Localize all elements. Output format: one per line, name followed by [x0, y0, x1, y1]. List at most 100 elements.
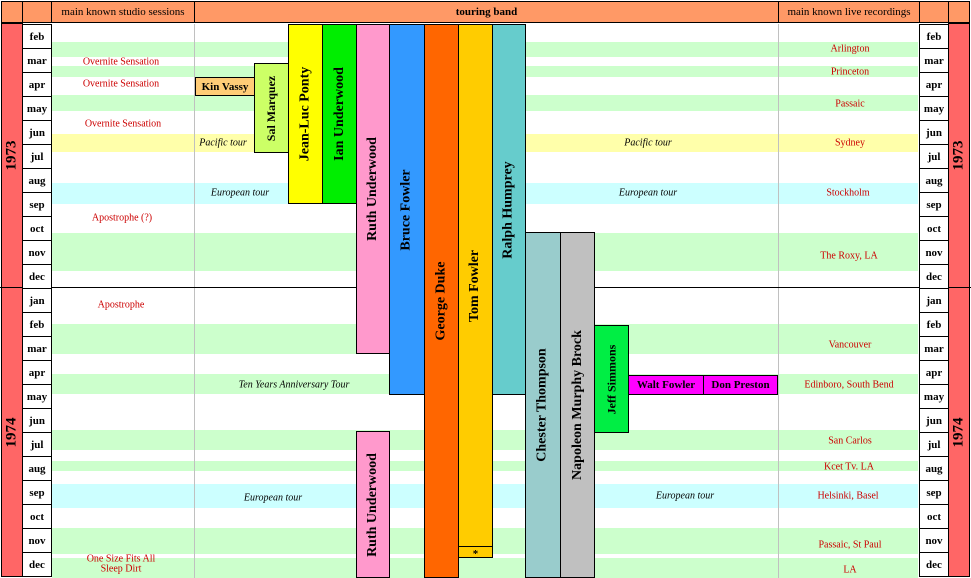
month-cell: aug	[22, 168, 52, 193]
studio-session: Overnite Sensation	[82, 78, 160, 90]
month-cell: jun	[919, 120, 949, 145]
member-george-duke: George Duke	[424, 24, 459, 578]
month-cell: aug	[919, 456, 949, 481]
month-cell: mar	[22, 336, 52, 361]
header-band: touring band	[194, 1, 779, 23]
tour-label: Pacific tour	[199, 137, 247, 149]
member-walt-fowler: Walt Fowler	[628, 375, 704, 395]
month-cell: oct	[919, 504, 949, 529]
tour-label: European tour	[618, 187, 678, 199]
header-live: main known live recordings	[778, 1, 920, 23]
tour-label: European tour	[655, 490, 715, 502]
member-ruth-underwood-1974: Ruth Underwood	[356, 431, 390, 578]
tour-label: European tour	[210, 187, 270, 199]
month-cell: feb	[919, 24, 949, 49]
year-label-1974-left: 1974	[1, 287, 23, 577]
live-recording: Arlington	[830, 43, 870, 55]
live-recording: The Roxy, LA	[820, 250, 878, 262]
year-label-1973-right: 1973	[948, 23, 970, 288]
month-cell: oct	[22, 216, 52, 241]
month-cell: mar	[919, 48, 949, 73]
member-jean-luc-ponty: Jean-Luc Ponty	[288, 24, 323, 204]
member-ralph-humprey: Ralph Humprey	[492, 24, 526, 395]
tour-label: Ten Years Anniversary Tour	[238, 379, 350, 391]
month-cell: sep	[22, 192, 52, 217]
member-bruce-fowler: Bruce Fowler	[389, 24, 425, 395]
live-recording: Kcet Tv. LA	[824, 461, 874, 473]
month-cell: jul	[22, 144, 52, 169]
month-cell: nov	[22, 240, 52, 265]
month-cell: mar	[919, 336, 949, 361]
month-cell: oct	[22, 504, 52, 529]
member-kin-vassy: Kin Vassy	[195, 77, 255, 96]
month-cell: feb	[919, 312, 949, 337]
tour-label: Pacific tour	[624, 137, 672, 149]
header-corner-right2	[948, 1, 970, 23]
month-cell: may	[919, 96, 949, 121]
header-corner-right	[919, 1, 949, 23]
month-cell: jun	[919, 408, 949, 433]
studio-session: Sleep Dirt	[100, 563, 142, 575]
studio-session: Apostrophe	[97, 299, 145, 311]
month-cell: dec	[919, 552, 949, 577]
month-cell: jul	[22, 432, 52, 457]
month-cell: may	[919, 384, 949, 409]
month-cell: oct	[919, 216, 949, 241]
month-cell: sep	[22, 480, 52, 505]
month-cell: dec	[919, 264, 949, 289]
month-cell: apr	[22, 360, 52, 385]
live-recording: Princeton	[830, 66, 870, 78]
live-recording: Vancouver	[828, 339, 872, 351]
month-cell: jun	[22, 120, 52, 145]
month-cell: nov	[22, 528, 52, 553]
month-cell: sep	[919, 480, 949, 505]
month-cell: jun	[22, 408, 52, 433]
header-studio: main known studio sessions	[51, 1, 195, 23]
year-label-1974-right: 1974	[948, 287, 970, 577]
header-corner-left	[1, 1, 23, 23]
header-corner-left2	[22, 1, 52, 23]
month-cell: apr	[22, 72, 52, 97]
live-recording: Stockholm	[826, 187, 870, 199]
month-cell: mar	[22, 48, 52, 73]
band-dec-1974	[52, 558, 918, 578]
month-cell: apr	[919, 360, 949, 385]
member-ruth-underwood: Ruth Underwood	[356, 24, 390, 354]
separator-studio	[194, 24, 195, 578]
studio-session: Overnite Sensation	[84, 118, 162, 130]
live-recording: San Carlos	[828, 435, 872, 447]
member-chester-thompson: Chester Thompson	[525, 232, 561, 578]
live-recording: Helsinki, Basel	[817, 490, 879, 502]
month-cell: nov	[919, 240, 949, 265]
month-cell: apr	[919, 72, 949, 97]
live-recording: Sydney	[835, 137, 865, 149]
month-cell: jul	[919, 144, 949, 169]
live-recording: LA	[843, 564, 857, 576]
member-ian-underwood: Ian Underwood	[322, 24, 357, 204]
month-cell: may	[22, 384, 52, 409]
month-cell: feb	[22, 24, 52, 49]
member-don-preston: Don Preston	[703, 375, 778, 395]
live-recording: Passaic, St Paul	[818, 539, 882, 551]
member-jeff-simmons: Jeff Simmons	[594, 325, 629, 433]
month-cell: feb	[22, 312, 52, 337]
month-cell: aug	[919, 168, 949, 193]
member-tom-fowler: Tom Fowler	[458, 24, 493, 547]
footnote-asterisk: *	[458, 546, 493, 560]
month-cell: jul	[919, 432, 949, 457]
month-cell: nov	[919, 528, 949, 553]
live-recording: Passaic	[835, 98, 865, 110]
separator-live	[778, 24, 779, 578]
studio-session: Overnite Sensation	[82, 56, 160, 68]
month-cell: dec	[22, 552, 52, 577]
year-label-1973-left: 1973	[1, 23, 23, 288]
month-cell: may	[22, 96, 52, 121]
month-cell: aug	[22, 456, 52, 481]
member-sal-marquez: Sal Marquez	[254, 63, 289, 153]
month-cell: sep	[919, 192, 949, 217]
month-cell: jan	[919, 288, 949, 313]
tour-label: European tour	[243, 492, 303, 504]
member-napoleon-murphy-brock: Napoleon Murphy Brock	[560, 232, 595, 578]
live-recording: Edinboro, South Bend	[804, 379, 894, 391]
month-cell: dec	[22, 264, 52, 289]
